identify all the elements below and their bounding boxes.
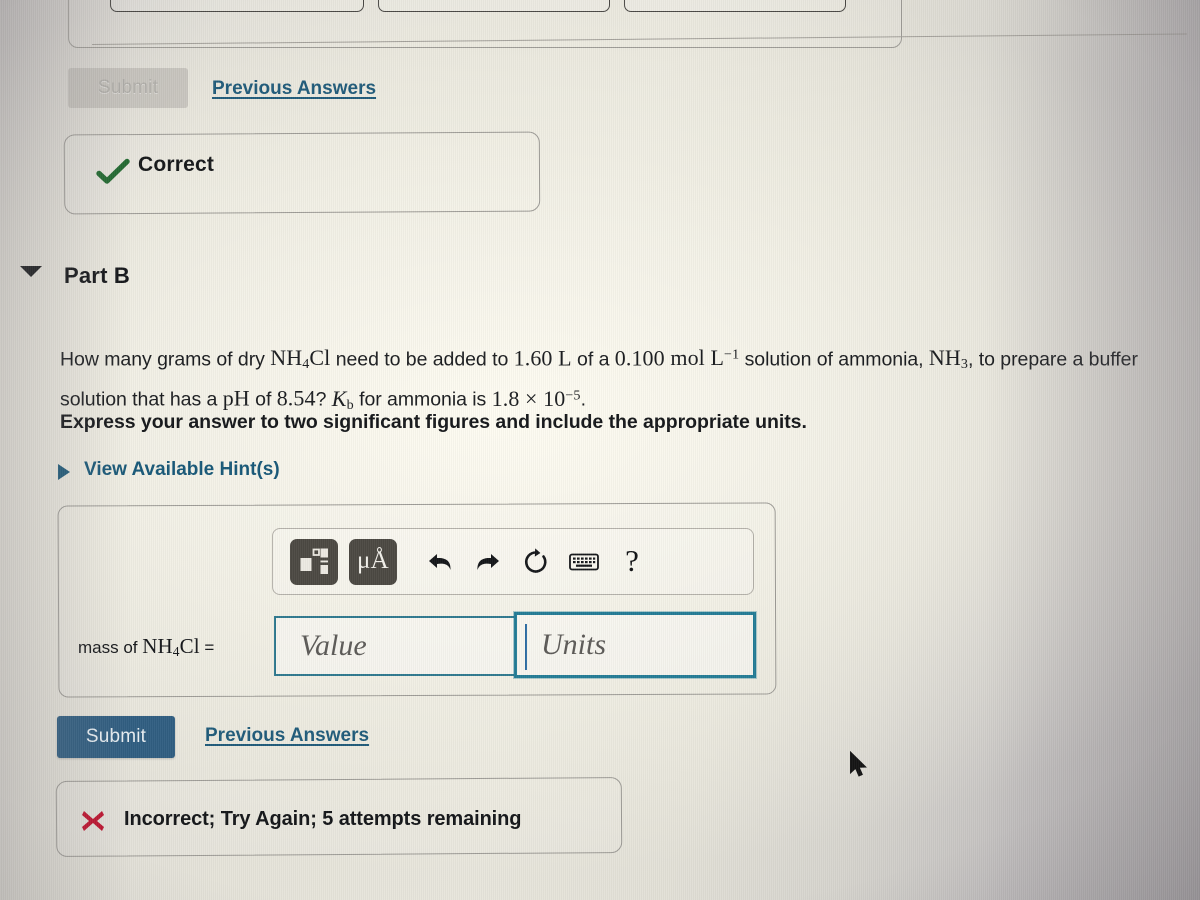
photographed-screen: Submit Previous Answers Correct Part B H… [0,0,1200,900]
part-a-actions: Submit Previous Answers [68,68,528,112]
value-concentration: 0.100 [614,345,665,371]
math-template-icon[interactable] [290,538,338,585]
help-icon[interactable]: ? [609,539,655,585]
value-volume: 1.60 [513,345,553,371]
formula-nh3: NH3 [928,345,969,373]
part-a-submit-button: Submit [68,68,188,108]
mastering-chemistry-page: Submit Previous Answers Correct Part B H… [0,0,1200,900]
part-b-feedback-text: Incorrect; Try Again; 5 attempts remaini… [124,808,522,830]
question-frag-2: need to be added to [330,348,514,371]
question-frag-8: for ammonia is [353,388,492,411]
value-input[interactable]: Value [274,616,516,676]
question-frag-9: . [580,388,586,411]
units-icon-label: μÅ [356,547,390,574]
part-a-feedback-box [63,131,541,215]
part-b-collapse-toggle[interactable] [20,266,42,284]
question-frag-3: of a [571,348,615,371]
undo-icon[interactable] [417,539,463,585]
answer-label-equals: = [199,638,215,657]
previous-units-field[interactable] [378,0,610,12]
value-ph: 8.54 [276,385,316,411]
value-kb: 1.8 × 10−5 [491,385,581,411]
formula-nh4cl: NH4Cl [270,345,331,373]
view-hints-label: View Available Hint(s) [84,459,280,480]
reset-icon[interactable] [513,539,559,585]
question-frag-6: of [249,388,277,411]
help-icon-label: ? [625,542,639,578]
part-a-feedback-text: Correct [138,153,215,176]
value-input-placeholder: Value [300,629,367,662]
redo-icon[interactable] [465,539,511,585]
units-icon[interactable]: μÅ [349,538,397,585]
mouse-pointer-icon [849,751,869,781]
part-a-previous-answers-link[interactable]: Previous Answers [212,78,376,100]
cross-icon [80,808,106,834]
question-frag-1: How many grams of dry [60,348,271,371]
part-b-previous-answers-link[interactable]: Previous Answers [205,725,369,747]
triangle-down-icon [20,266,42,277]
math-toolbar: μÅ ? [272,528,754,595]
question-frag-4: solution of ammonia, [739,348,929,371]
answer-instruction: Express your answer to two significant f… [60,411,807,433]
unit-molarity: mol L−1 [670,345,740,371]
answer-label-formula: NH4Cl [142,634,200,659]
term-ph: pH [222,385,250,411]
answer-field-label: mass of NH4Cl = [78,634,214,660]
units-input[interactable]: Units [514,612,756,678]
part-b-submit-button[interactable]: Submit [57,716,175,758]
part-b-title: Part B [64,263,130,288]
previous-value-field[interactable] [110,0,364,12]
answer-label-prefix: mass of [78,638,143,657]
previous-extra-field[interactable] [624,0,846,12]
triangle-right-icon [58,464,70,480]
keyboard-icon[interactable] [561,539,607,585]
check-icon [96,155,130,189]
units-input-placeholder: Units [541,628,607,661]
term-kb: Kb [331,385,354,413]
question-frag-7: ? [315,388,332,411]
text-cursor [525,624,527,670]
unit-litre: L [558,345,572,371]
question-text: How many grams of dry NH4Cl need to be a… [60,340,1175,421]
